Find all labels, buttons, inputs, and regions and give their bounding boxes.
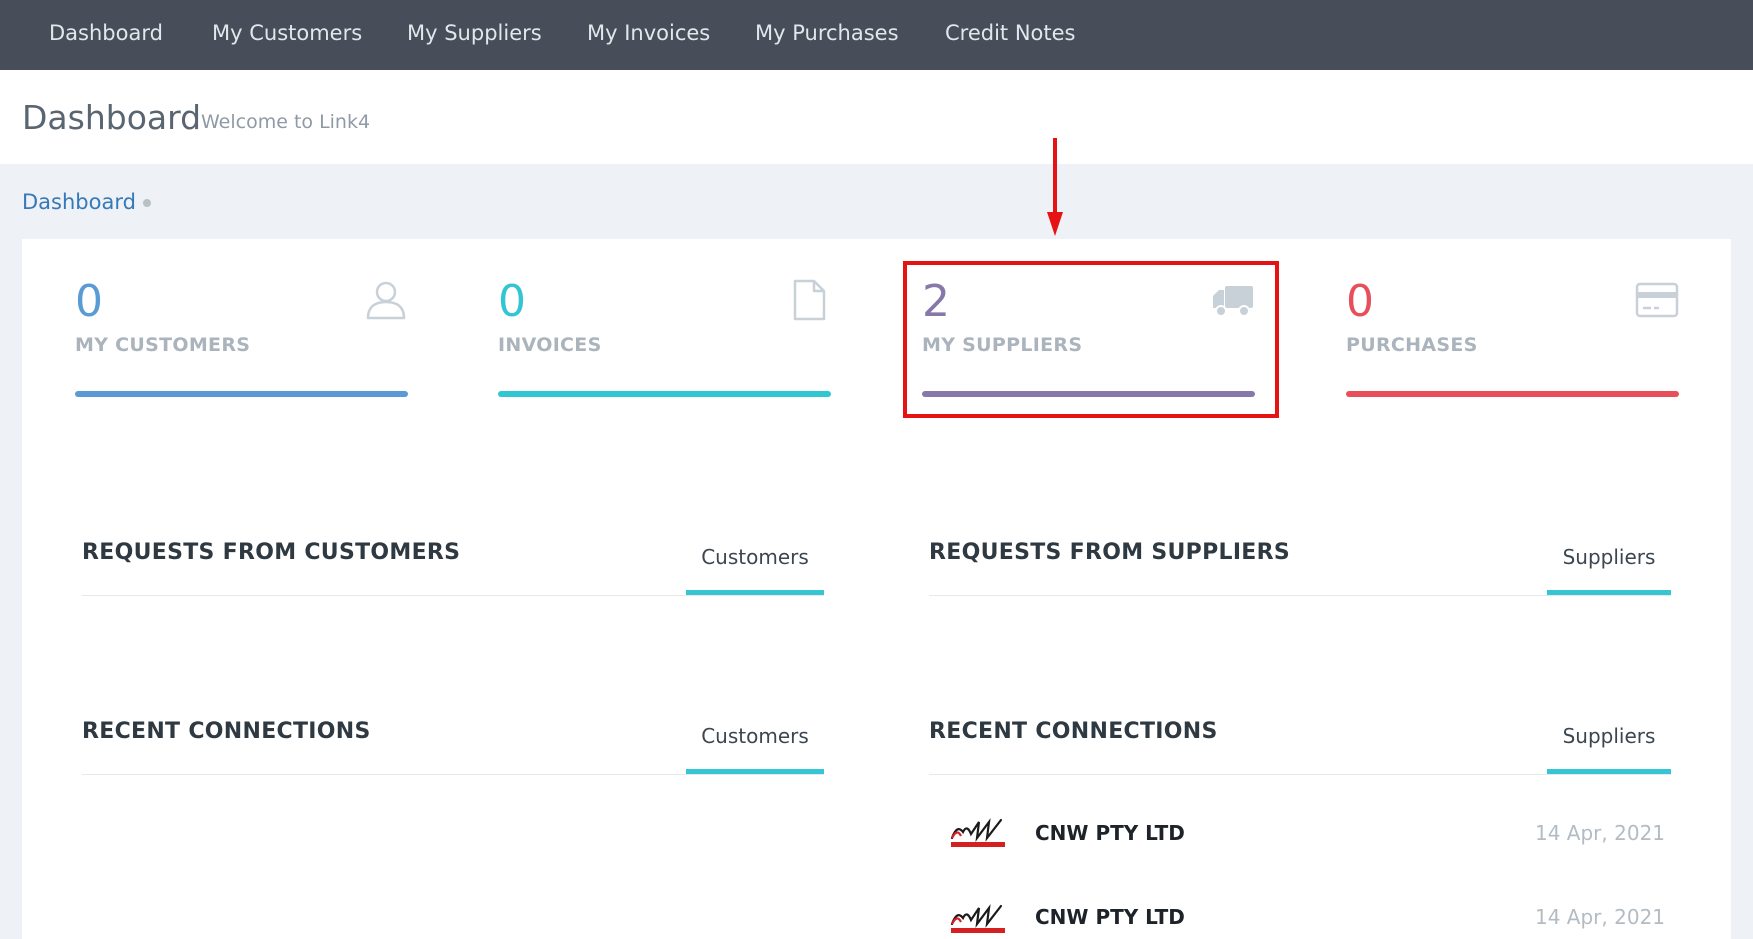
section-title-recent-suppliers: RECENT CONNECTIONS xyxy=(929,719,1218,744)
stat-bar xyxy=(498,391,831,397)
breadcrumb-dashboard[interactable]: Dashboard xyxy=(22,190,136,214)
stat-value: 0 xyxy=(75,276,103,327)
tab-active-indicator xyxy=(1547,769,1671,774)
stat-label: PURCHASES xyxy=(1346,334,1478,356)
stat-invoices[interactable]: 0 INVOICES xyxy=(498,258,831,408)
connection-date: 14 Apr, 2021 xyxy=(1535,905,1666,929)
credit-card-icon xyxy=(1635,282,1679,318)
stat-label: MY CUSTOMERS xyxy=(75,334,251,356)
nav-my-invoices[interactable]: My Invoices xyxy=(587,21,710,45)
section-title-requests-customers: REQUESTS FROM CUSTOMERS xyxy=(82,540,461,565)
stat-bar xyxy=(75,391,408,397)
tab-suppliers-requests[interactable]: Suppliers xyxy=(1547,545,1671,569)
stat-value: 0 xyxy=(1346,276,1374,327)
tab-customers-recent[interactable]: Customers xyxy=(686,724,824,748)
cnw-logo-icon xyxy=(950,818,1005,847)
top-navbar: Dashboard My Customers My Suppliers My I… xyxy=(0,0,1753,70)
user-icon xyxy=(366,281,406,320)
stat-bar xyxy=(1346,391,1679,397)
section-title-requests-suppliers: REQUESTS FROM SUPPLIERS xyxy=(929,540,1291,565)
nav-my-purchases[interactable]: My Purchases xyxy=(755,21,899,45)
page-subtitle: Welcome to Link4 xyxy=(201,111,371,133)
tab-suppliers-recent[interactable]: Suppliers xyxy=(1547,724,1671,748)
tab-active-indicator xyxy=(686,590,824,595)
section-divider xyxy=(82,774,824,775)
document-icon xyxy=(793,279,826,321)
tab-active-indicator xyxy=(1547,590,1671,595)
tab-customers-requests[interactable]: Customers xyxy=(686,545,824,569)
nav-my-suppliers[interactable]: My Suppliers xyxy=(407,21,542,45)
highlight-box xyxy=(903,261,1279,418)
breadcrumb-separator xyxy=(143,199,151,207)
nav-dashboard[interactable]: Dashboard xyxy=(49,21,163,45)
stat-value: 0 xyxy=(498,276,526,327)
nav-my-customers[interactable]: My Customers xyxy=(212,21,362,45)
stat-label: INVOICES xyxy=(498,334,602,356)
connection-name[interactable]: CNW PTY LTD xyxy=(1035,821,1185,845)
cnw-logo-icon xyxy=(950,904,1005,933)
annotation-arrow-icon xyxy=(1047,138,1063,236)
connection-date: 14 Apr, 2021 xyxy=(1535,821,1666,845)
nav-credit-notes[interactable]: Credit Notes xyxy=(945,21,1075,45)
stat-my-customers[interactable]: 0 MY CUSTOMERS xyxy=(75,258,408,408)
section-title-recent-customers: RECENT CONNECTIONS xyxy=(82,719,371,744)
section-divider xyxy=(929,595,1671,596)
connection-name[interactable]: CNW PTY LTD xyxy=(1035,905,1185,929)
section-divider xyxy=(929,774,1671,775)
page-title: Dashboard xyxy=(22,98,202,137)
tab-active-indicator xyxy=(686,769,824,774)
stat-purchases[interactable]: 0 PURCHASES xyxy=(1346,258,1679,408)
section-divider xyxy=(82,595,824,596)
